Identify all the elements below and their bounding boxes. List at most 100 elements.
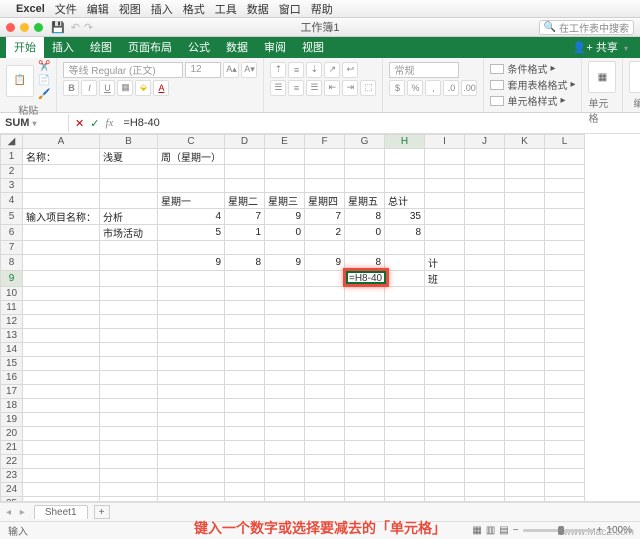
- cell-G7[interactable]: [345, 241, 385, 255]
- cell-E13[interactable]: [265, 329, 305, 343]
- cell-D18[interactable]: [225, 399, 265, 413]
- cell-G20[interactable]: [345, 427, 385, 441]
- cell-L24[interactable]: [545, 483, 585, 497]
- percent-icon[interactable]: %: [407, 80, 423, 96]
- cell-A6[interactable]: [23, 225, 100, 241]
- fx-icon[interactable]: fx: [105, 117, 113, 129]
- cell-D15[interactable]: [225, 357, 265, 371]
- cell-C23[interactable]: [158, 469, 225, 483]
- cell-D20[interactable]: [225, 427, 265, 441]
- cell-F25[interactable]: [305, 497, 345, 503]
- cell-K14[interactable]: [505, 343, 545, 357]
- cell-A19[interactable]: [23, 413, 100, 427]
- sheet-tab-active[interactable]: Sheet1: [34, 505, 88, 519]
- menu-format[interactable]: 格式: [183, 1, 205, 17]
- menu-tools[interactable]: 工具: [215, 1, 237, 17]
- cell-I6[interactable]: [425, 225, 465, 241]
- cell-A23[interactable]: [23, 469, 100, 483]
- cell-styles-button[interactable]: 单元格样式▸: [490, 93, 575, 108]
- menu-help[interactable]: 帮助: [311, 1, 333, 17]
- cell-G21[interactable]: [345, 441, 385, 455]
- cell-E6[interactable]: 0: [265, 225, 305, 241]
- cell-D7[interactable]: [225, 241, 265, 255]
- cell-B1[interactable]: 浅夏: [100, 149, 158, 165]
- cell-J1[interactable]: [465, 149, 505, 165]
- cell-B14[interactable]: [100, 343, 158, 357]
- cell-H25[interactable]: [385, 497, 425, 503]
- cell-J20[interactable]: [465, 427, 505, 441]
- cell-G23[interactable]: [345, 469, 385, 483]
- cell-B18[interactable]: [100, 399, 158, 413]
- cell-H1[interactable]: [385, 149, 425, 165]
- cell-E5[interactable]: 9: [265, 209, 305, 225]
- cell-A14[interactable]: [23, 343, 100, 357]
- align-right-icon[interactable]: ☰: [306, 80, 322, 96]
- cell-E24[interactable]: [265, 483, 305, 497]
- cell-C12[interactable]: [158, 315, 225, 329]
- currency-icon[interactable]: $: [389, 80, 405, 96]
- cell-B25[interactable]: [100, 497, 158, 503]
- col-header-C[interactable]: C: [158, 135, 225, 149]
- tab-formula[interactable]: 公式: [180, 36, 218, 58]
- cell-B4[interactable]: [100, 193, 158, 209]
- cell-H23[interactable]: [385, 469, 425, 483]
- add-sheet-button[interactable]: +: [94, 505, 110, 519]
- cell-H9[interactable]: [385, 271, 425, 287]
- cell-K3[interactable]: [505, 179, 545, 193]
- cell-H4[interactable]: 总计: [385, 193, 425, 209]
- save-icon[interactable]: 💾: [51, 21, 65, 34]
- cell-K25[interactable]: [505, 497, 545, 503]
- cell-I16[interactable]: [425, 371, 465, 385]
- cell-K4[interactable]: [505, 193, 545, 209]
- cell-I9[interactable]: 班: [425, 271, 465, 287]
- cell-K5[interactable]: [505, 209, 545, 225]
- cell-B15[interactable]: [100, 357, 158, 371]
- row-header-16[interactable]: 16: [1, 371, 23, 385]
- cell-J9[interactable]: [465, 271, 505, 287]
- sheet-nav[interactable]: ◂ ▸: [6, 507, 28, 518]
- cell-F2[interactable]: [305, 165, 345, 179]
- cell-J11[interactable]: [465, 301, 505, 315]
- cell-G22[interactable]: [345, 455, 385, 469]
- cell-L4[interactable]: [545, 193, 585, 209]
- cell-E16[interactable]: [265, 371, 305, 385]
- cell-I15[interactable]: [425, 357, 465, 371]
- cell-K15[interactable]: [505, 357, 545, 371]
- cell-I11[interactable]: [425, 301, 465, 315]
- cell-L2[interactable]: [545, 165, 585, 179]
- cell-D12[interactable]: [225, 315, 265, 329]
- row-header-15[interactable]: 15: [1, 357, 23, 371]
- cell-E21[interactable]: [265, 441, 305, 455]
- col-header-J[interactable]: J: [465, 135, 505, 149]
- cell-B16[interactable]: [100, 371, 158, 385]
- menu-view[interactable]: 视图: [119, 1, 141, 17]
- merge-icon[interactable]: ⬚: [360, 80, 376, 96]
- col-header-H[interactable]: H: [385, 135, 425, 149]
- cell-B5[interactable]: 分析: [100, 209, 158, 225]
- cell-B19[interactable]: [100, 413, 158, 427]
- cells-button[interactable]: ▦: [588, 61, 616, 93]
- row-header-22[interactable]: 22: [1, 455, 23, 469]
- tab-review[interactable]: 审阅: [256, 36, 294, 58]
- cell-E18[interactable]: [265, 399, 305, 413]
- cell-A8[interactable]: [23, 255, 100, 271]
- cell-D6[interactable]: 1: [225, 225, 265, 241]
- cell-H3[interactable]: [385, 179, 425, 193]
- cell-D8[interactable]: 8: [225, 255, 265, 271]
- cell-L23[interactable]: [545, 469, 585, 483]
- cell-J8[interactable]: [465, 255, 505, 271]
- cell-C20[interactable]: [158, 427, 225, 441]
- cell-D17[interactable]: [225, 385, 265, 399]
- cell-B21[interactable]: [100, 441, 158, 455]
- cell-A3[interactable]: [23, 179, 100, 193]
- cell-I17[interactable]: [425, 385, 465, 399]
- cell-C24[interactable]: [158, 483, 225, 497]
- cell-L25[interactable]: [545, 497, 585, 503]
- row-header-13[interactable]: 13: [1, 329, 23, 343]
- col-header-F[interactable]: F: [305, 135, 345, 149]
- cell-K10[interactable]: [505, 287, 545, 301]
- cell-L3[interactable]: [545, 179, 585, 193]
- cell-E17[interactable]: [265, 385, 305, 399]
- cell-C13[interactable]: [158, 329, 225, 343]
- cell-K16[interactable]: [505, 371, 545, 385]
